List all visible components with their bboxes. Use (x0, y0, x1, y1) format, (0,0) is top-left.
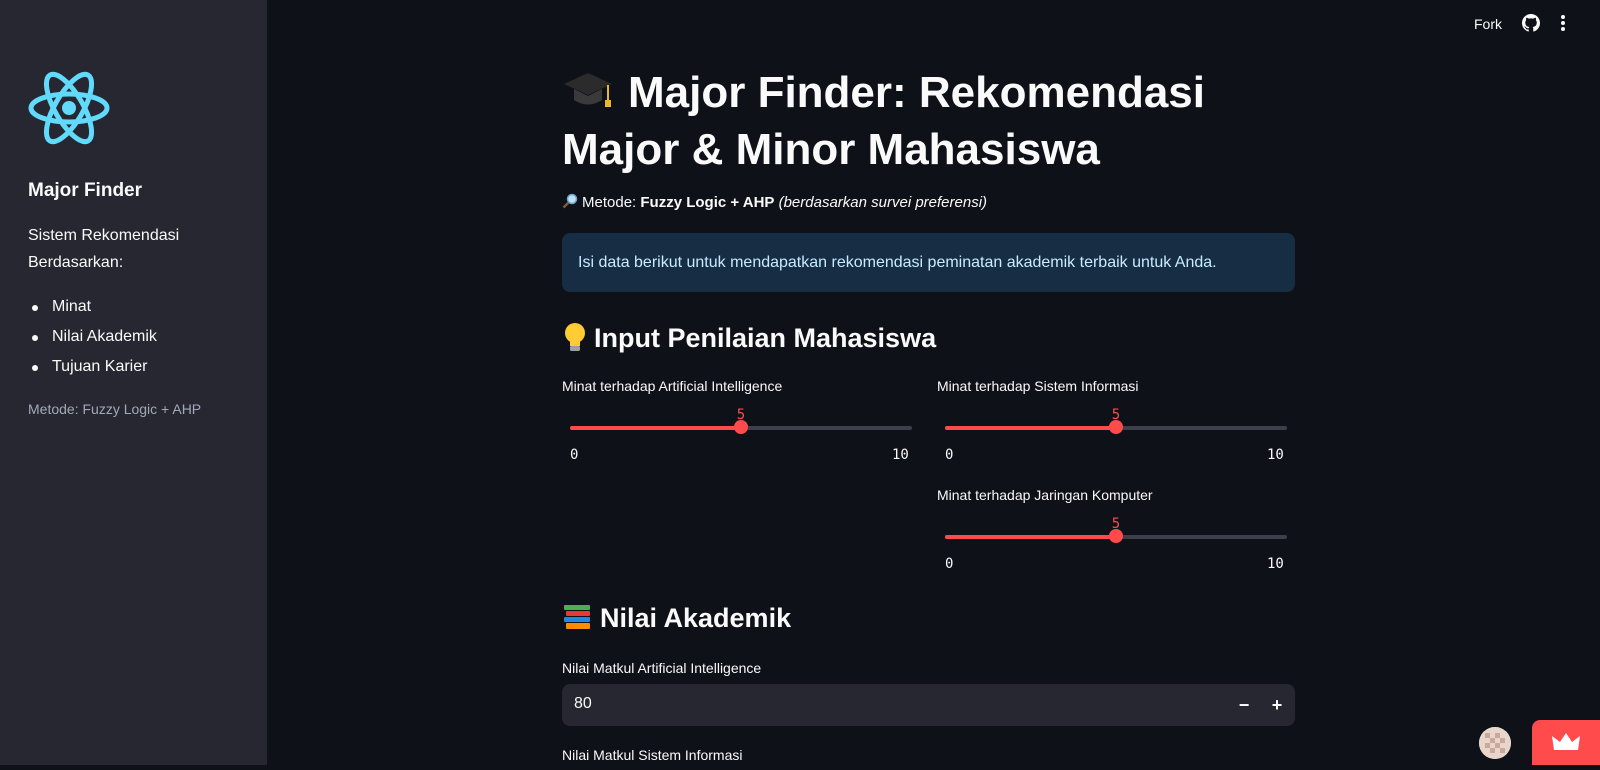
sidebar-item-tujuan-karier: Tujuan Karier (28, 352, 157, 382)
graduation-cap-icon (564, 73, 612, 107)
nilai-ai-number-input[interactable]: 80 − + (562, 684, 1295, 726)
decrement-button[interactable]: − (1227, 684, 1261, 726)
slider-label: Minat terhadap Artificial Intelligence (562, 378, 783, 394)
nilai-ai-label: Nilai Matkul Artificial Intelligence (562, 660, 762, 676)
section-input-title: Input Penilaian Mahasiswa (594, 323, 937, 353)
slider-min: 0 (945, 447, 954, 463)
section-nilai-heading: Nilai Akademik (562, 603, 791, 634)
method-prefix: Metode: (582, 194, 637, 211)
slider-min: 0 (570, 447, 579, 463)
slider-fill (945, 535, 1116, 539)
slider-fill (570, 426, 741, 430)
info-alert: Isi data berikut untuk mendapatkan rekom… (562, 233, 1295, 292)
method-line: Metode: Fuzzy Logic + AHP (berdasarkan s… (562, 193, 987, 211)
sidebar: Major Finder Sistem Rekomendasi Berdasar… (0, 0, 267, 765)
slider-max: 10 (1267, 447, 1284, 463)
fork-button[interactable]: Fork (1474, 16, 1502, 32)
slider-track[interactable] (570, 420, 912, 434)
nilai-ai-value[interactable]: 80 (574, 695, 592, 713)
increment-button[interactable]: + (1260, 684, 1294, 726)
crown-icon (1552, 733, 1580, 750)
sidebar-method-caption: Metode: Fuzzy Logic + AHP (28, 401, 202, 417)
method-name: Fuzzy Logic + AHP (640, 194, 775, 211)
slider-max: 10 (1267, 556, 1284, 572)
slider-minat-ai[interactable]: Minat terhadap Artificial Intelligence 5… (562, 378, 912, 468)
nilai-si-label: Nilai Matkul Sistem Informasi (562, 747, 743, 763)
sidebar-item-nilai-akademik: Nilai Akademik (28, 322, 157, 352)
slider-track[interactable] (945, 420, 1287, 434)
page-title: Major Finder: Rekomendasi Major & Minor … (562, 64, 1262, 178)
page-title-text: Major Finder: Rekomendasi Major & Minor … (562, 68, 1206, 174)
github-icon[interactable] (1522, 14, 1540, 32)
method-note: (berdasarkan survei preferensi) (778, 194, 988, 211)
slider-label: Minat terhadap Sistem Informasi (937, 378, 1139, 394)
streamlit-badge-button[interactable] (1532, 720, 1600, 765)
section-input-heading: Input Penilaian Mahasiswa (562, 322, 936, 354)
sidebar-description: Sistem Rekomendasi Berdasarkan: (28, 227, 180, 271)
slider-min: 0 (945, 556, 954, 572)
lightbulb-icon (565, 323, 585, 351)
section-nilai-title: Nilai Akademik (600, 603, 792, 633)
slider-label: Minat terhadap Jaringan Komputer (937, 487, 1153, 503)
slider-fill (945, 426, 1116, 430)
sidebar-criteria-list: Minat Nilai Akademik Tujuan Karier (28, 292, 157, 382)
kebab-menu-icon[interactable] (1560, 14, 1566, 32)
slider-max: 10 (892, 447, 909, 463)
books-icon (564, 605, 590, 629)
slider-thumb[interactable] (734, 420, 748, 434)
react-atom-logo (28, 71, 110, 145)
sidebar-item-minat: Minat (28, 292, 157, 322)
avatar-pattern-icon (1479, 727, 1511, 759)
user-avatar[interactable] (1479, 727, 1511, 759)
slider-track[interactable] (945, 529, 1287, 543)
sidebar-title: Major Finder (28, 180, 143, 201)
slider-minat-jarkom[interactable]: Minat terhadap Jaringan Komputer 5 0 10 (937, 487, 1287, 577)
slider-minat-si[interactable]: Minat terhadap Sistem Informasi 5 0 10 (937, 378, 1287, 468)
slider-thumb[interactable] (1109, 420, 1123, 434)
slider-thumb[interactable] (1109, 529, 1123, 543)
magnifier-icon (562, 193, 578, 209)
